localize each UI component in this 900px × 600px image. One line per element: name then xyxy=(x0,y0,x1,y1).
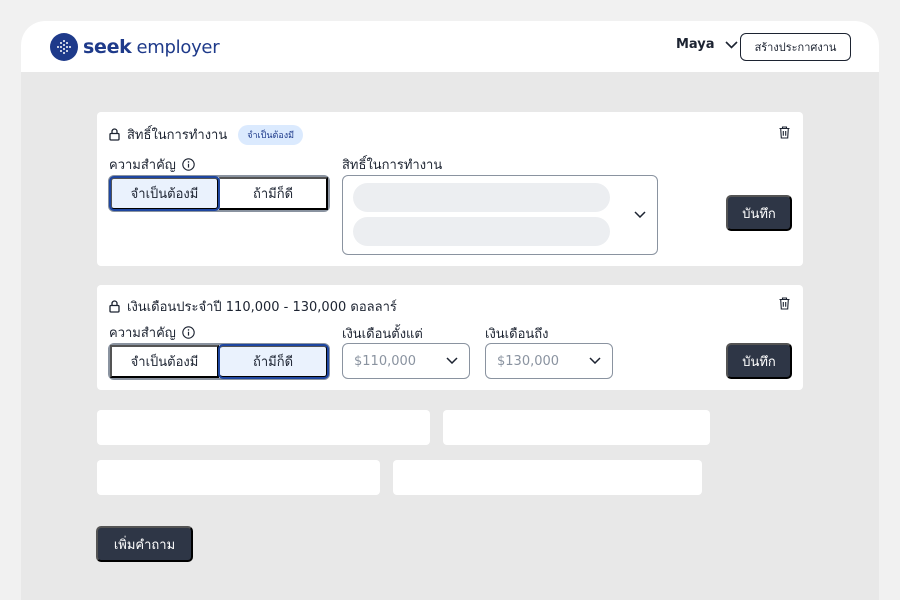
work-rights-multiselect[interactable] xyxy=(342,175,658,255)
logo-text-light: employer xyxy=(136,37,220,58)
app-frame: seek employer Maya สร้างประกาศงาน สิทธิ์ใ… xyxy=(21,21,879,600)
chevron-down-icon xyxy=(724,40,738,49)
loading-pill xyxy=(353,183,610,212)
importance-toggle: จำเป็นต้องมี ถ้ามีก็ดี xyxy=(108,343,330,380)
option-nice-to-have[interactable]: ถ้ามีก็ดี xyxy=(218,344,329,379)
trash-icon[interactable] xyxy=(779,126,790,139)
suggestion-placeholder[interactable] xyxy=(443,410,710,445)
logo-icon xyxy=(50,33,78,61)
suggestion-placeholder[interactable] xyxy=(97,410,430,445)
save-button[interactable]: บันทึก xyxy=(726,343,792,379)
salary-from-label: เงินเดือนตั้งแต่ xyxy=(342,327,423,342)
logo-text: seek employer xyxy=(83,36,220,58)
top-bar: seek employer Maya สร้างประกาศงาน xyxy=(21,21,879,72)
importance-label-text: ความสำคัญ xyxy=(109,326,176,341)
importance-label: ความสำคัญ xyxy=(109,154,195,175)
salary-to-select[interactable]: $130,000 xyxy=(485,343,613,379)
chevron-down-icon xyxy=(589,357,601,364)
card-title: เงินเดือนประจำปี 110,000 - 130,000 ดอลลา… xyxy=(127,300,397,315)
card-title-row: เงินเดือนประจำปี 110,000 - 130,000 ดอลลา… xyxy=(109,296,397,317)
lock-icon xyxy=(109,128,120,141)
user-menu[interactable]: Maya xyxy=(676,37,738,52)
suggestion-placeholder[interactable] xyxy=(97,460,380,495)
salary-from-value: $110,000 xyxy=(354,353,417,369)
importance-toggle: จำเป็นต้องมี ถ้ามีก็ดี xyxy=(108,175,330,212)
loading-pill xyxy=(353,217,610,246)
seek-employer-logo[interactable]: seek employer xyxy=(50,33,220,61)
importance-label: ความสำคัญ xyxy=(109,322,195,343)
suggestion-placeholder[interactable] xyxy=(393,460,702,495)
option-required[interactable]: จำเป็นต้องมี xyxy=(110,345,219,378)
user-name: Maya xyxy=(676,37,715,52)
question-card-salary: เงินเดือนประจำปี 110,000 - 130,000 ดอลลา… xyxy=(97,285,803,390)
chevron-down-icon xyxy=(634,211,646,218)
create-job-ad-button[interactable]: สร้างประกาศงาน xyxy=(740,33,851,61)
trash-icon[interactable] xyxy=(779,297,790,310)
required-badge: จำเป็นต้องมี xyxy=(238,124,304,145)
salary-to-value: $130,000 xyxy=(497,353,560,369)
save-button[interactable]: บันทึก xyxy=(726,195,792,231)
chevron-down-icon xyxy=(446,357,458,364)
lock-icon xyxy=(109,300,120,313)
importance-label-text: ความสำคัญ xyxy=(109,158,176,173)
salary-from-select[interactable]: $110,000 xyxy=(342,343,470,379)
logo-text-bold: seek xyxy=(83,36,132,58)
work-rights-field-label: สิทธิ์ในการทำงาน xyxy=(342,158,443,173)
option-required[interactable]: จำเป็นต้องมี xyxy=(109,176,220,211)
info-icon[interactable] xyxy=(182,326,195,339)
salary-to-label: เงินเดือนถึง xyxy=(485,327,549,342)
add-question-button[interactable]: เพิ่มคำถาม xyxy=(96,526,193,562)
question-card-work-rights: สิทธิ์ในการทำงาน จำเป็นต้องมี ความสำคัญ … xyxy=(97,112,803,266)
info-icon[interactable] xyxy=(182,158,195,171)
card-title: สิทธิ์ในการทำงาน xyxy=(127,128,228,143)
option-nice-to-have[interactable]: ถ้ามีก็ดี xyxy=(219,177,328,210)
card-title-row: สิทธิ์ในการทำงาน จำเป็นต้องมี xyxy=(109,124,304,145)
